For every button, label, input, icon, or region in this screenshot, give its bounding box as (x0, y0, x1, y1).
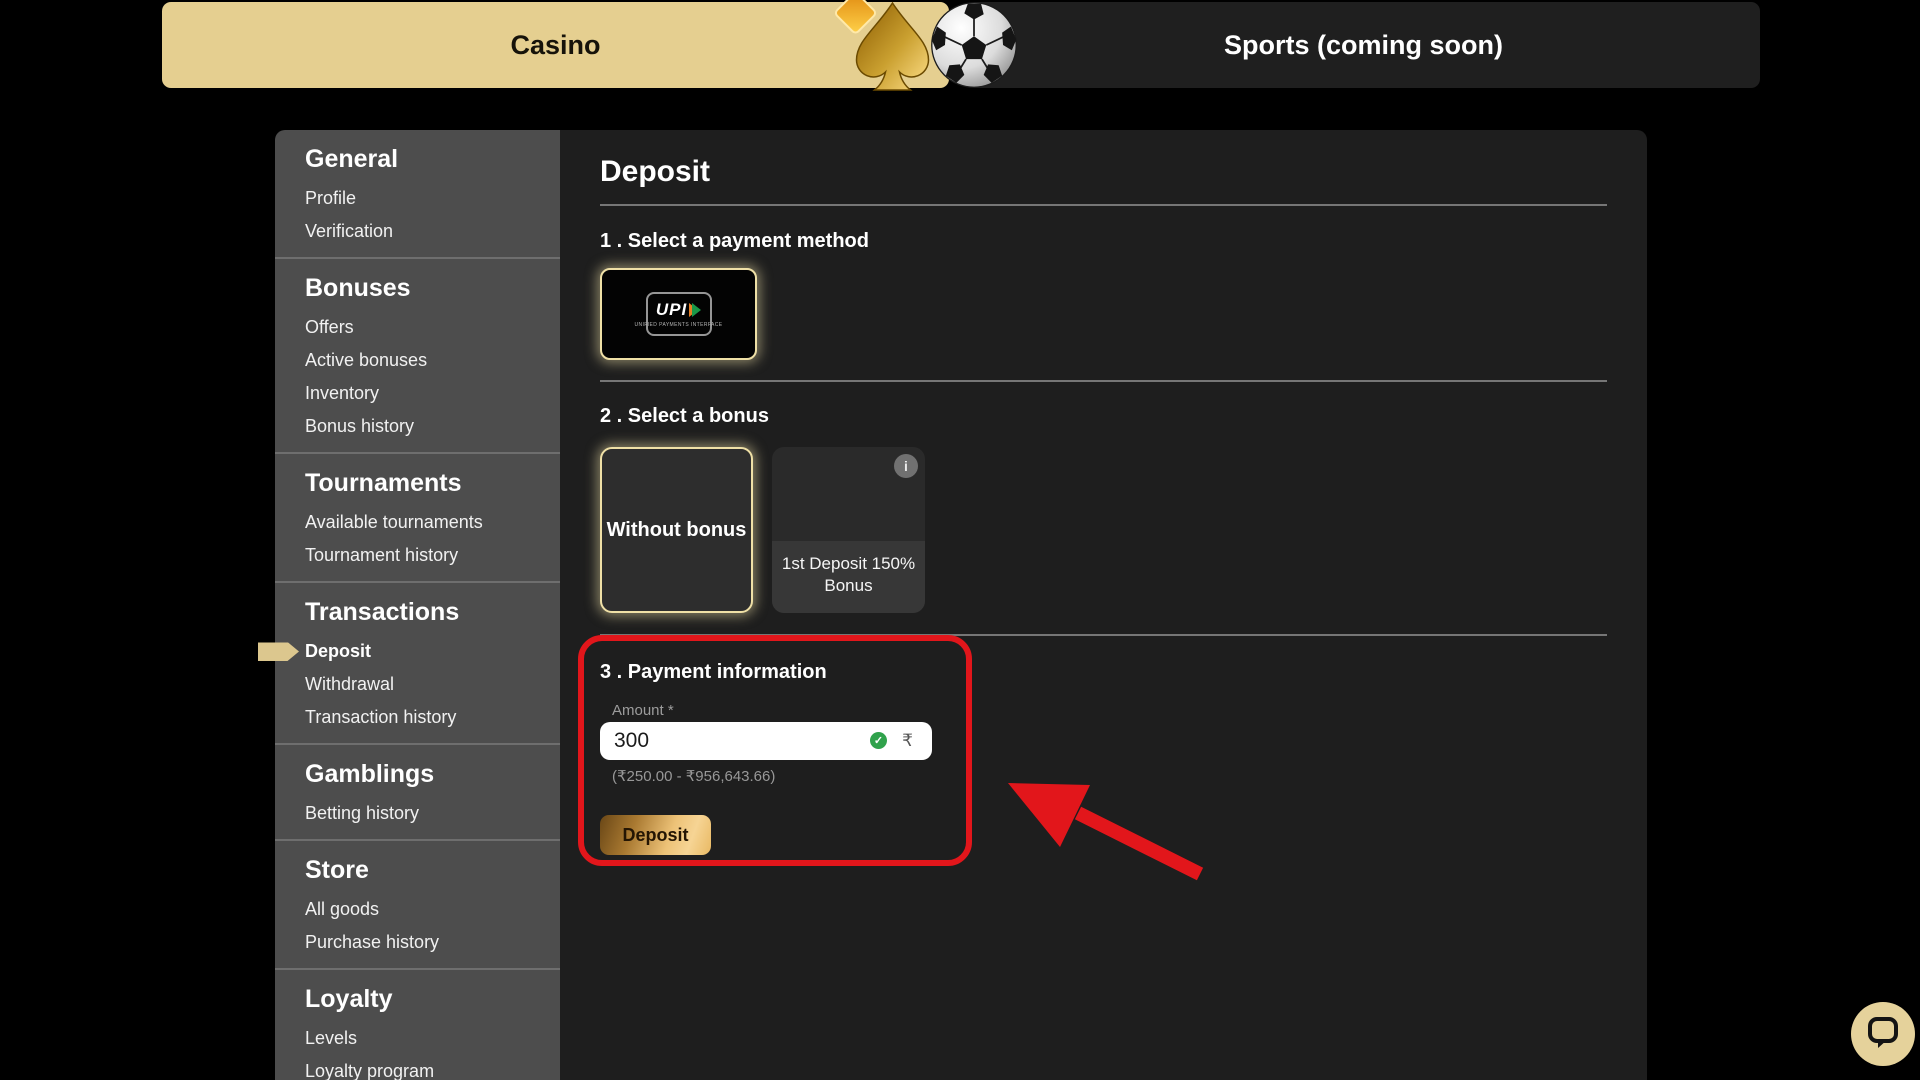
sidebar-item-tournament-history[interactable]: Tournament history (305, 539, 540, 572)
amount-field-wrap: ✓ ₹ (600, 722, 932, 760)
sidebar-item-withdrawal[interactable]: Withdrawal (305, 668, 540, 701)
chat-bubble-icon (1866, 1015, 1900, 1054)
upi-logo: UPI UNIFIED PAYMENTS INTERFACE (646, 292, 712, 336)
sidebar-section-title: Gamblings (305, 760, 540, 789)
rupee-currency-icon: ₹ (902, 731, 913, 751)
tab-casino-label: Casino (510, 30, 600, 61)
sidebar-section-general: General ProfileVerification (275, 130, 560, 259)
deposit-button[interactable]: Deposit (600, 815, 711, 855)
bonus-card-label: 1st Deposit 150% Bonus (780, 553, 917, 597)
step2-title: 2 . Select a bonus (600, 405, 1607, 428)
bonus-card-label: Without bonus (607, 519, 747, 542)
chat-widget-button[interactable] (1851, 1002, 1915, 1066)
bonus-card-label-band: 1st Deposit 150% Bonus (772, 541, 925, 613)
sidebar-item-active-bonuses[interactable]: Active bonuses (305, 344, 540, 377)
sidebar-item-all-goods[interactable]: All goods (305, 893, 540, 926)
sidebar-section-title: Store (305, 856, 540, 885)
bonus-card-first-deposit[interactable]: i 1st Deposit 150% Bonus (772, 447, 925, 613)
active-item-marker (258, 642, 299, 661)
tab-sports-label: Sports (coming soon) (1224, 30, 1503, 61)
sidebar-section-title: Bonuses (305, 274, 540, 303)
step1-title: 1 . Select a payment method (600, 230, 1607, 253)
sidebar-item-deposit[interactable]: Deposit (305, 635, 540, 668)
sidebar-item-inventory[interactable]: Inventory (305, 377, 540, 410)
sidebar-section-transactions: Transactions DepositWithdrawalTransaction… (275, 583, 560, 745)
sidebar-item-transaction-history[interactable]: Transaction history (305, 701, 540, 734)
valid-check-icon: ✓ (870, 732, 887, 749)
divider (600, 634, 1607, 636)
sidebar-item-offers[interactable]: Offers (305, 311, 540, 344)
info-icon[interactable]: i (894, 454, 918, 478)
sidebar-section-bonuses: Bonuses OffersActive bonusesInventoryBonu… (275, 259, 560, 454)
amount-field-label: Amount * (612, 702, 1607, 719)
sidebar-section-store: Store All goodsPurchase history (275, 841, 560, 970)
upi-arrow-green-icon (692, 303, 701, 317)
page-title: Deposit (600, 155, 1607, 188)
sidebar-section-gamblings: Gamblings Betting history (275, 745, 560, 841)
tab-casino[interactable]: Casino (162, 2, 949, 88)
bonus-options-row: Without bonus i 1st Deposit 150% Bonus (600, 447, 1607, 613)
sidebar: GeneralProfileVerificationBonusesOffersA… (275, 130, 560, 1080)
sidebar-item-bonus-history[interactable]: Bonus history (305, 410, 540, 443)
divider (600, 380, 1607, 382)
upi-logo-subtext: UNIFIED PAYMENTS INTERFACE (635, 322, 723, 328)
step3-title: 3 . Payment information (600, 661, 1607, 684)
sidebar-section-loyalty: Loyalty LevelsLoyalty program (275, 970, 560, 1080)
sidebar-item-loyalty-program[interactable]: Loyalty program (305, 1055, 540, 1080)
sidebar-item-purchase-history[interactable]: Purchase history (305, 926, 540, 959)
tab-sports[interactable]: Sports (coming soon) (967, 2, 1760, 88)
gold-spade-icon (817, 0, 952, 97)
sidebar-item-available-tournaments[interactable]: Available tournaments (305, 506, 540, 539)
sidebar-item-profile[interactable]: Profile (305, 182, 540, 215)
sidebar-item-betting-history[interactable]: Betting history (305, 797, 540, 830)
sidebar-section-title: General (305, 145, 540, 174)
sidebar-item-verification[interactable]: Verification (305, 215, 540, 248)
payment-method-upi-card[interactable]: UPI UNIFIED PAYMENTS INTERFACE (600, 268, 757, 360)
sidebar-section-title: Loyalty (305, 985, 540, 1014)
amount-range-hint: (₹250.00 - ₹956,643.66) (612, 768, 1607, 785)
bonus-card-without-bonus[interactable]: Without bonus (600, 447, 753, 613)
divider (600, 204, 1607, 206)
sidebar-section-title: Tournaments (305, 469, 540, 498)
upi-logo-text: UPI (656, 300, 687, 320)
sidebar-section-title: Transactions (305, 598, 540, 627)
sidebar-item-levels[interactable]: Levels (305, 1022, 540, 1055)
deposit-content: Deposit 1 . Select a payment method UPI … (560, 130, 1647, 1080)
account-panel: GeneralProfileVerificationBonusesOffersA… (275, 130, 1645, 1080)
sidebar-section-tournaments: Tournaments Available tournamentsTourname… (275, 454, 560, 583)
